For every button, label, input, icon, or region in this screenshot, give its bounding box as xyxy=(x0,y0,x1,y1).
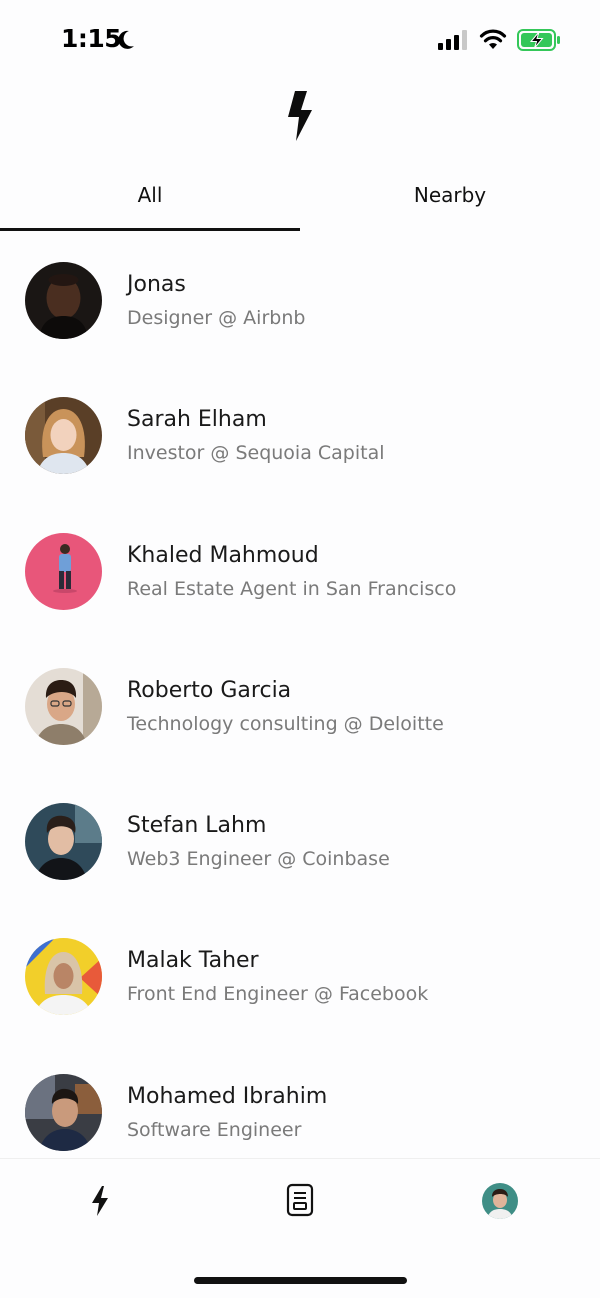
list-item[interactable]: Khaled Mahmoud Real Estate Agent in San … xyxy=(0,516,600,651)
status-bar: 1:15 xyxy=(0,0,600,80)
avatar xyxy=(25,667,102,745)
avatar xyxy=(25,532,102,610)
person-name: Jonas xyxy=(127,272,186,297)
avatar xyxy=(25,262,102,339)
lightning-bolt-icon xyxy=(288,91,312,141)
person-name: Malak Taher xyxy=(127,948,259,974)
avatar xyxy=(25,803,102,881)
list-item[interactable]: Roberto Garcia Technology consulting @ D… xyxy=(0,651,600,786)
lightning-bolt-icon[interactable] xyxy=(90,1186,110,1216)
person-name: Stefan Lahm xyxy=(127,813,267,839)
moon-icon xyxy=(118,30,134,49)
person-subtitle: Software Engineer xyxy=(127,1118,302,1141)
list-item[interactable]: Sarah Elham Investor @ Sequoia Capital xyxy=(0,380,600,515)
person-name: Roberto Garcia xyxy=(127,677,292,703)
wifi-icon xyxy=(479,29,507,49)
tab-all[interactable]: All xyxy=(0,160,300,230)
status-time: 1:15 xyxy=(61,24,122,53)
profile-avatar[interactable] xyxy=(482,1183,518,1219)
person-name: Mohamed Ibrahim xyxy=(127,1083,328,1109)
person-subtitle: Web3 Engineer @ Coinbase xyxy=(127,848,390,871)
tab-bar: All Nearby xyxy=(0,160,600,232)
document-icon[interactable] xyxy=(286,1183,314,1217)
person-name: Sarah Elham xyxy=(127,407,267,433)
bottom-nav xyxy=(0,1158,600,1298)
list-item[interactable]: Stefan Lahm Web3 Engineer @ Coinbase xyxy=(0,786,600,921)
avatar xyxy=(25,1073,102,1151)
people-list: Jonas Designer @ Airbnb Sarah Elham Inve… xyxy=(0,245,600,1192)
tab-nearby[interactable]: Nearby xyxy=(300,160,600,230)
home-indicator xyxy=(194,1277,407,1284)
battery-charging-icon xyxy=(517,29,560,51)
tab-selected-indicator xyxy=(0,228,300,231)
person-subtitle: Real Estate Agent in San Francisco xyxy=(127,577,457,600)
avatar xyxy=(25,938,102,1016)
person-subtitle: Investor @ Sequoia Capital xyxy=(127,442,385,465)
person-subtitle: Technology consulting @ Deloitte xyxy=(127,712,444,735)
avatar xyxy=(25,397,102,475)
list-item[interactable]: Malak Taher Front End Engineer @ Faceboo… xyxy=(0,921,600,1056)
cellular-signal-icon xyxy=(438,30,467,50)
person-subtitle: Designer @ Airbnb xyxy=(127,307,306,329)
person-subtitle: Front End Engineer @ Facebook xyxy=(127,983,429,1006)
list-item[interactable]: Jonas Designer @ Airbnb xyxy=(0,245,600,380)
person-name: Khaled Mahmoud xyxy=(127,542,319,568)
